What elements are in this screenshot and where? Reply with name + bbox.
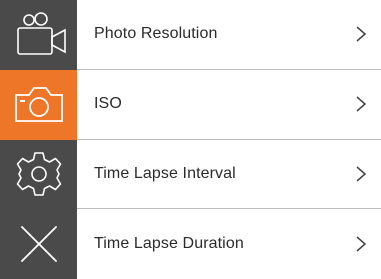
menu-item-iso[interactable]: ISO [77,70,381,140]
chevron-right-icon [356,166,367,182]
menu-item-time-lapse-duration[interactable]: Time Lapse Duration [77,209,381,279]
photo-mode-button[interactable] [0,69,77,140]
menu-item-label: Time Lapse Interval [94,164,236,182]
photo-camera-icon [14,86,63,122]
menu-item-label: ISO [94,95,122,113]
chevron-right-icon [356,236,367,252]
menu-item-label: Photo Resolution [94,25,218,43]
menu-item-time-lapse-interval[interactable]: Time Lapse Interval [77,140,381,210]
menu-item-label: Time Lapse Duration [94,235,244,253]
settings-menu: Photo Resolution ISO Time Lapse Interval… [77,0,381,279]
close-button[interactable] [0,209,77,279]
chevron-right-icon [356,26,367,43]
close-icon [20,226,57,263]
video-mode-button[interactable] [0,0,77,70]
chevron-right-icon [356,96,367,112]
gear-icon [16,152,61,197]
settings-button[interactable] [0,140,77,210]
camera-settings-screen: Photo Resolution ISO Time Lapse Interval… [0,0,381,279]
video-camera-icon [16,12,66,55]
mode-rail [0,0,77,279]
menu-item-photo-resolution[interactable]: Photo Resolution [77,0,381,70]
